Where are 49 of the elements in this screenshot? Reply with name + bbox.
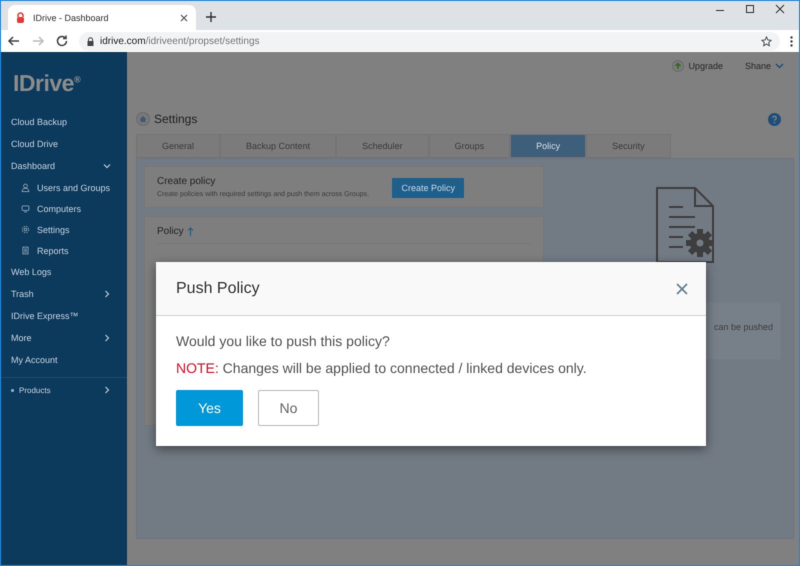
back-icon[interactable] [7,34,21,48]
sidebar-item[interactable]: More [11,333,32,343]
sidebar-item[interactable]: Cloud Backup [11,117,68,127]
bullet-icon [11,388,14,392]
new-tab-icon[interactable] [206,12,216,22]
sidebar-item[interactable]: IDrive Express™ [11,311,79,321]
close-icon[interactable] [180,14,188,22]
sidebar-item[interactable]: My Account [11,355,58,365]
star-icon[interactable] [761,36,772,46]
sidebar-item[interactable]: Settings [37,224,70,234]
document-gear-icon [656,187,716,263]
menu-icon[interactable] [790,36,793,46]
reload-icon[interactable] [55,34,69,48]
card-title: Create policy [157,176,216,187]
report-icon [21,246,30,255]
sidebar-item[interactable]: Cloud Drive [11,139,58,149]
no-button[interactable]: No [258,390,319,426]
tab[interactable]: Policy [510,134,586,158]
sidebar-item[interactable]: Users and Groups [37,182,110,192]
sidebar-item[interactable]: Products [19,386,51,394]
address-bar[interactable]: idrive.com/idriveent/propset/settings [79,32,780,50]
chevron-down-icon[interactable] [103,162,111,170]
upgrade-link[interactable]: Upgrade [672,60,723,72]
close-icon[interactable] [676,282,688,294]
sidebar-item[interactable]: Dashboard [11,161,56,171]
card-title: Policy [157,226,184,237]
logo[interactable]: IDrive$^{®}$ [13,70,127,97]
page-title: Settings [154,112,198,126]
user-menu[interactable]: Shane [744,61,784,71]
up-arrow-icon [672,60,684,72]
chevron-down-icon [775,63,784,69]
dialog-title: Push Policy [176,280,260,298]
dialog-note: NOTE: Changes will be applied to connected / linked devices only. [176,360,588,376]
sidebar-item[interactable]: Web Logs [11,267,52,277]
url-text: idrive.com/idriveent/propset/settings [100,36,261,46]
dialog-question: Would you like to push this policy? [176,333,391,349]
monitor-icon [21,204,30,213]
chevron-right-icon[interactable] [103,334,111,342]
create-policy-button[interactable]: Create Policy [392,178,464,198]
lock-logo-icon [16,12,25,23]
info-text: can be pushed [714,322,774,332]
sidebar-item[interactable]: Trash [11,289,34,299]
sidebar-item[interactable]: Computers [37,204,82,214]
lock-icon [87,36,94,46]
sidebar-item[interactable]: Reports [37,246,69,256]
user-icon [21,183,30,192]
chevron-right-icon[interactable] [103,386,111,394]
gear-icon [21,225,30,234]
chevron-right-icon[interactable] [103,290,111,298]
